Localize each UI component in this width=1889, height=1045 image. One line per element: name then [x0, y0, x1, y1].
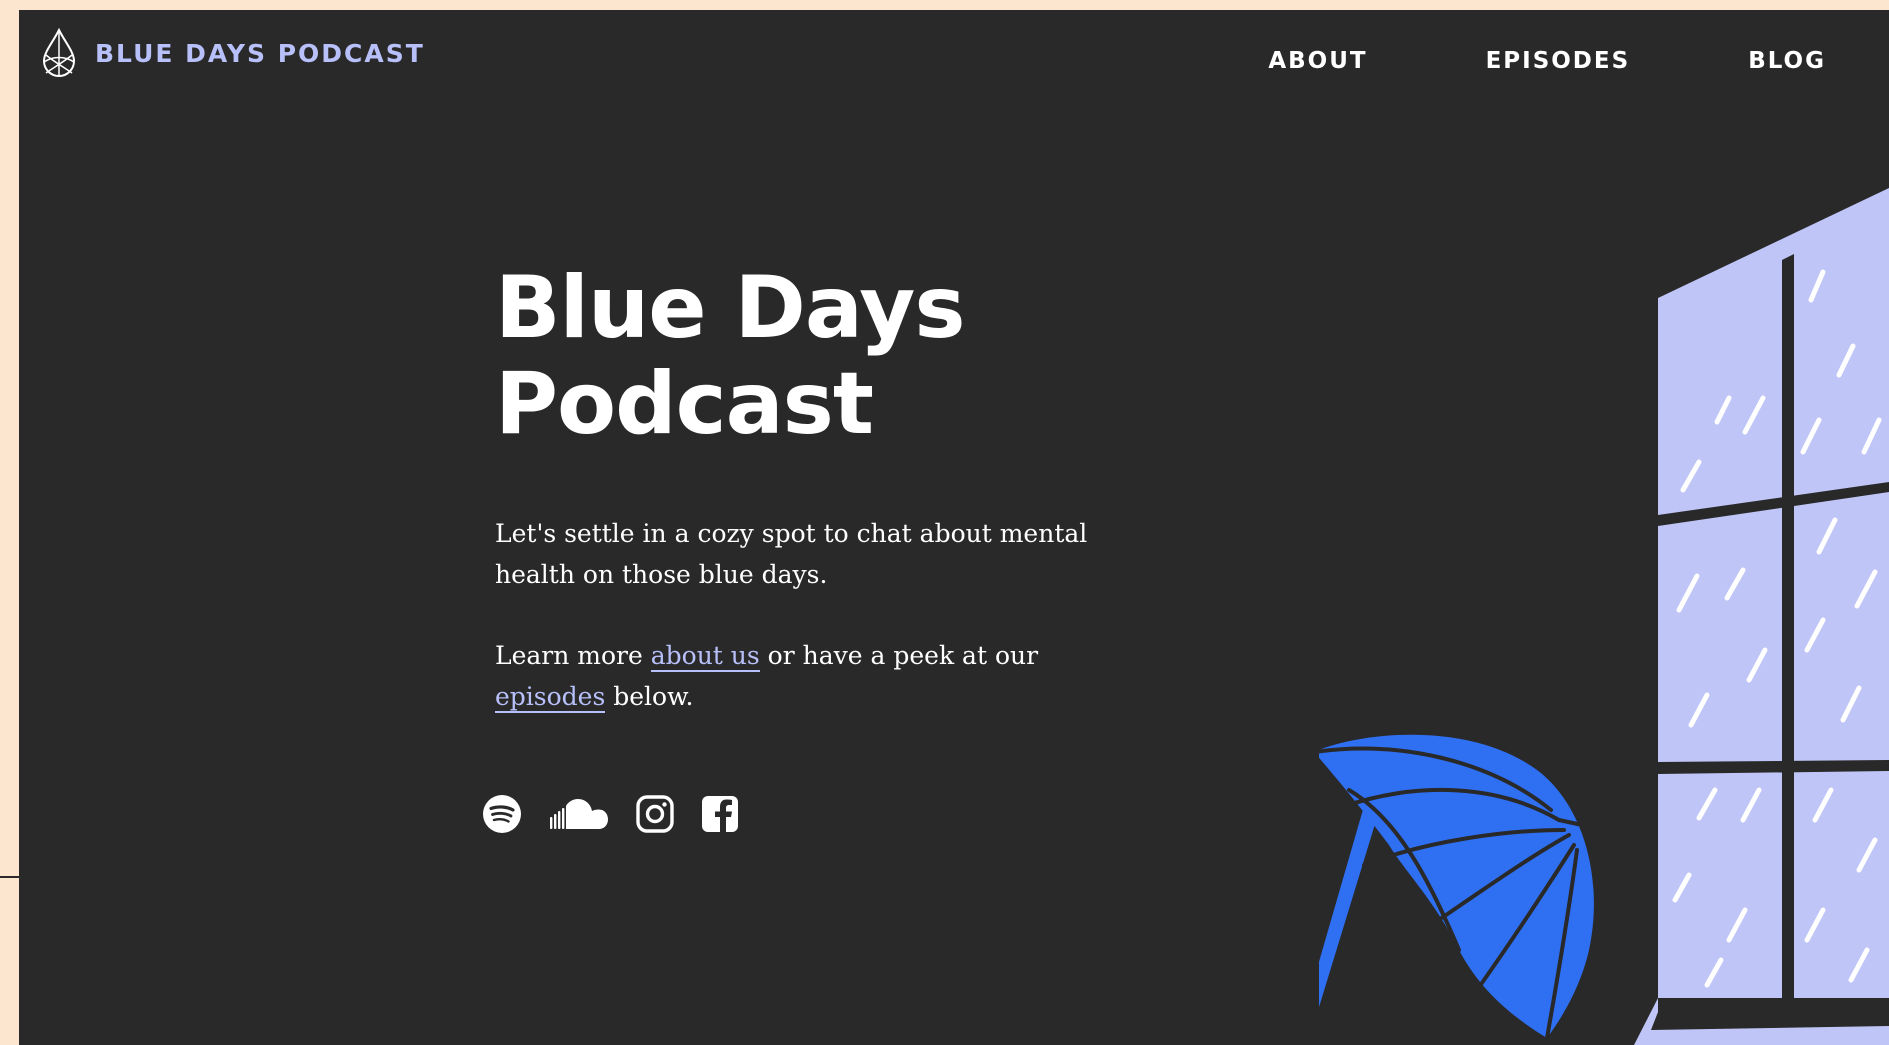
hero-panel: BLUE DAYS PODCAST ABOUT EPISODES BLOG Bl…	[19, 10, 1889, 1045]
main-nav: ABOUT EPISODES BLOG	[1150, 48, 1826, 74]
nav-about-link[interactable]: ABOUT	[1268, 48, 1367, 74]
hero-learn-more-text: Learn more about us or have a peek at ou…	[495, 635, 1135, 717]
hero-title-line-2: Podcast	[495, 354, 874, 454]
spotify-icon[interactable]	[482, 794, 522, 834]
brand-name: BLUE DAYS PODCAST	[95, 38, 425, 68]
social-links	[482, 794, 766, 834]
rainy-window-umbrella-illustration	[1319, 188, 1889, 1045]
learn-more-suffix: below.	[605, 682, 694, 711]
instagram-icon[interactable]	[636, 795, 674, 833]
umbrella-icon	[1319, 734, 1594, 1040]
brand-home-link[interactable]: BLUE DAYS PODCAST	[41, 28, 425, 78]
soundcloud-icon[interactable]	[549, 797, 609, 831]
about-us-link[interactable]: about us	[650, 641, 760, 672]
edge-line	[0, 876, 19, 878]
learn-more-prefix: Learn more	[495, 641, 651, 670]
nav-episodes-link[interactable]: EPISODES	[1486, 48, 1631, 74]
learn-more-middle: or have a peek at our	[759, 641, 1039, 670]
nav-blog-link[interactable]: BLOG	[1748, 48, 1826, 74]
hero-title-line-1: Blue Days	[495, 258, 966, 358]
episodes-link[interactable]: episodes	[495, 682, 606, 713]
facebook-icon[interactable]	[701, 795, 739, 833]
raindrop-logo-icon	[42, 28, 76, 77]
hero-title: Blue Days Podcast	[495, 260, 1195, 452]
window-icon	[1634, 188, 1889, 1045]
hero-intro-text: Let's settle in a cozy spot to chat abou…	[495, 519, 1088, 589]
